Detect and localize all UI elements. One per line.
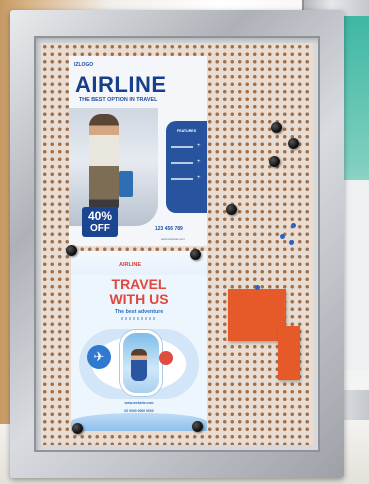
luggage [119, 171, 133, 197]
features-label: FEATURES [177, 129, 197, 133]
traveler-figure [131, 349, 147, 381]
magnet [192, 421, 203, 432]
discount-badge: 40% OFF [82, 207, 118, 237]
magnet [271, 122, 282, 133]
travel-poster: AIRLINE TRAVEL WITH US The best adventur… [71, 251, 207, 431]
discount-word: OFF [90, 223, 110, 234]
feature-line [171, 146, 193, 148]
magnet [72, 423, 83, 434]
plus-icon: + [197, 159, 201, 165]
push-pin [255, 285, 260, 290]
dot-divider [121, 317, 157, 320]
poster-wave-footer [71, 413, 207, 431]
poster-brand: AIRLINE [119, 262, 141, 268]
feature-line [171, 178, 193, 180]
sticky-note [278, 326, 300, 380]
plus-icon: + [197, 175, 201, 181]
discount-percent: 40% [87, 209, 113, 223]
poster-website: www.website.com [161, 237, 185, 241]
magnet [66, 245, 77, 256]
poster-title: AIRLINE [75, 72, 167, 97]
magnet [190, 249, 201, 260]
traveler-figure [89, 114, 119, 209]
magnet [269, 156, 280, 167]
magnet [226, 204, 237, 215]
poster-title-line2: WITH US [109, 291, 169, 307]
push-pin [289, 240, 294, 245]
feature-line [171, 162, 193, 164]
magnet [288, 138, 299, 149]
poster-tagline: THE BEST OPTION IN TRAVEL [79, 97, 158, 103]
push-pin [280, 234, 285, 239]
poster-website: www.website.com [124, 401, 154, 405]
poster-phone: 123 456 789 [155, 226, 183, 232]
airplane-icon: ✈ [87, 345, 111, 369]
airline-poster: IZLOGO AIRLINE THE BEST OPTION IN TRAVEL… [69, 56, 207, 246]
poster-logo: IZLOGO [74, 62, 94, 68]
poster-subtitle: The best adventure [114, 309, 164, 315]
features-panel [166, 121, 207, 213]
poster-title-line1: TRAVEL [111, 276, 167, 292]
push-pin [291, 223, 296, 228]
location-pin-icon [159, 351, 173, 365]
plus-icon: + [197, 143, 201, 149]
